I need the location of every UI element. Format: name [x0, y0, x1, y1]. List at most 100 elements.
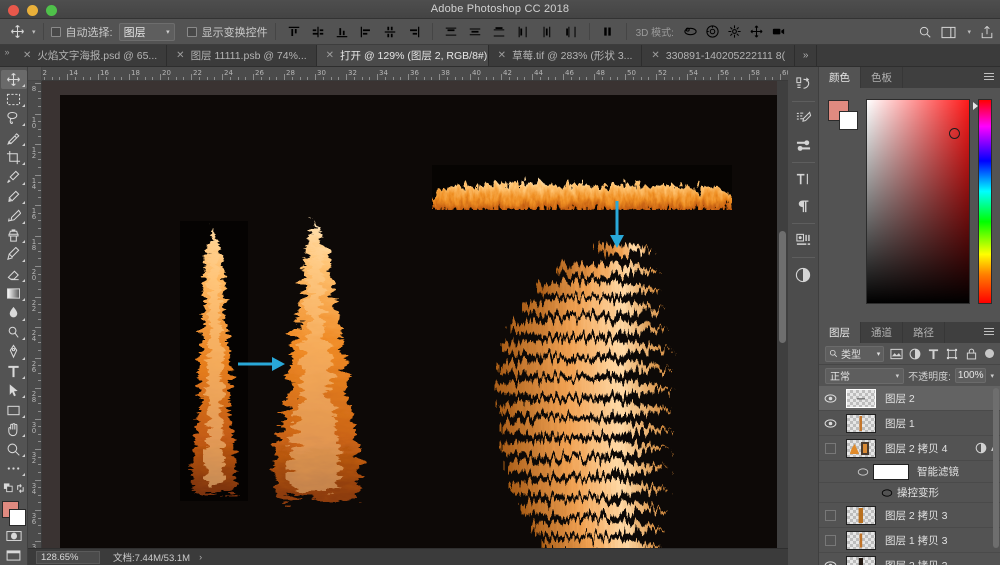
distribute-vertical-centers-icon[interactable] [464, 21, 486, 43]
path-selection-tool[interactable] [1, 381, 27, 400]
layer-visibility-toggle[interactable] [819, 418, 842, 428]
opacity-value[interactable]: 100% [954, 368, 987, 383]
layer-row-7[interactable]: 图层 2 拷贝 2 [819, 553, 1000, 565]
ruler-origin-box[interactable] [28, 67, 42, 81]
distribute-bottom-edges-icon[interactable] [488, 21, 510, 43]
horizontal-ruler[interactable]: 1214161820222426283032343638404244464850… [42, 67, 788, 81]
color-panel-menu-icon[interactable] [984, 73, 994, 80]
tab-color[interactable]: 颜色 [819, 67, 861, 88]
layer-thumbnail[interactable] [846, 505, 876, 525]
history-panel-icon[interactable] [790, 71, 817, 98]
close-tab-icon[interactable]: ✕ [498, 50, 506, 61]
layer-row-2[interactable]: 图层 2 拷贝 4 ▴ [819, 436, 1000, 461]
share-icon[interactable] [980, 25, 994, 39]
hue-slider[interactable] [978, 99, 992, 304]
shape-filter-icon[interactable] [946, 346, 960, 362]
background-color-swatch[interactable] [8, 508, 26, 526]
artboard[interactable] [60, 95, 786, 565]
canvas-vertical-scrollbar[interactable] [777, 81, 788, 554]
type-filter-icon[interactable] [927, 346, 941, 362]
layer-visibility-toggle[interactable] [819, 534, 842, 546]
document-tab-0[interactable]: ✕ 火焰文字海报.psd @ 65... [14, 45, 168, 66]
search-icon[interactable] [918, 25, 932, 39]
show-transform-checkbox[interactable] [186, 26, 197, 37]
document-tab-3[interactable]: ✕ 草莓.tif @ 283% (形状 3... [488, 45, 643, 66]
document-tab-4[interactable]: ✕ 330891-140205222111 8( [642, 45, 796, 66]
layer-name[interactable]: 图层 1 拷贝 3 [885, 533, 947, 548]
distribute-left-edges-icon[interactable] [512, 21, 534, 43]
smart-filter-mask-thumbnail[interactable] [873, 463, 909, 480]
layer-visibility-toggle[interactable] [819, 442, 842, 454]
history-brush-tool[interactable] [1, 245, 27, 264]
tab-layers[interactable]: 图层 [819, 322, 861, 343]
auto-align-layers-icon[interactable] [597, 21, 619, 43]
layer-row-5[interactable]: 图层 2 拷贝 3 [819, 503, 1000, 528]
layer-thumbnail[interactable] [846, 530, 876, 550]
layer-name[interactable]: 图层 2 拷贝 3 [885, 508, 947, 523]
close-tab-icon[interactable]: ✕ [651, 50, 659, 61]
lasso-tool[interactable] [1, 109, 27, 128]
dodge-tool[interactable] [1, 323, 27, 342]
close-tab-icon[interactable]: ✕ [176, 50, 184, 61]
document-tab-1[interactable]: ✕ 图层 11111.psb @ 74%... [167, 45, 317, 66]
tool-preset-chevron-icon[interactable]: ▾ [32, 28, 36, 36]
paragraph-panel-icon[interactable] [790, 193, 817, 220]
more-tabs-icon[interactable]: » [795, 45, 818, 66]
eraser-tool[interactable] [1, 264, 27, 283]
auto-select-target-dropdown[interactable]: 图层 ▾ [118, 22, 175, 41]
clone-stamp-tool[interactable] [1, 226, 27, 245]
layer-hidden-box[interactable] [825, 442, 836, 454]
filter-toggle-switch[interactable] [985, 349, 994, 358]
vertical-ruler[interactable]: 8101214161820222426283032343638 [28, 81, 42, 565]
quick-selection-tool[interactable] [1, 128, 27, 147]
smart-filter-mask-row[interactable]: 智能滤镜 [819, 461, 1000, 483]
layer-thumbnail[interactable] [846, 555, 876, 565]
layers-panel-menu-icon[interactable] [984, 328, 994, 335]
brushes-panel-icon[interactable] [790, 105, 817, 132]
color-picker-marker[interactable] [949, 128, 960, 139]
chevron-down-icon[interactable]: ▾ [967, 28, 971, 36]
layer-hidden-box[interactable] [825, 534, 836, 546]
filter-entry-label[interactable]: 操控变形 [897, 485, 939, 500]
tab-paths[interactable]: 路径 [903, 322, 945, 343]
background-color-swatch[interactable] [839, 111, 858, 130]
color-panel-swatches[interactable] [828, 100, 858, 130]
tab-channels[interactable]: 通道 [861, 322, 903, 343]
auto-select-checkbox[interactable] [50, 26, 61, 37]
fire-strip[interactable] [432, 165, 732, 210]
blend-mode-dropdown[interactable]: 正常 ▾ [825, 367, 905, 384]
pan-3d-icon[interactable] [724, 21, 746, 43]
workspace-icon[interactable] [941, 26, 956, 39]
slide-3d-icon[interactable] [746, 21, 768, 43]
layer-thumbnail[interactable] [846, 413, 876, 433]
default-colors-and-swap-icon[interactable] [1, 478, 27, 497]
brush-settings-panel-icon[interactable] [790, 132, 817, 159]
layers-list-scrollbar-thumb[interactable] [993, 388, 999, 548]
smart-filter-visibility-toggle[interactable] [855, 467, 871, 476]
layer-name[interactable]: 图层 1 [885, 416, 915, 431]
layer-filter-kind-dropdown[interactable]: 类型 ▾ [825, 345, 885, 362]
layer-visibility-toggle[interactable] [819, 560, 842, 565]
eyedropper-tool[interactable] [1, 167, 27, 186]
zoom-tool[interactable] [1, 439, 27, 458]
ripple-pattern[interactable] [485, 240, 695, 565]
align-vertical-centers-icon[interactable] [307, 21, 329, 43]
layer-hidden-box[interactable] [825, 509, 836, 521]
layer-visibility-toggle[interactable] [819, 393, 842, 403]
distribute-right-edges-icon[interactable] [560, 21, 582, 43]
pen-tool[interactable] [1, 342, 27, 361]
align-top-edges-icon[interactable] [283, 21, 305, 43]
document-viewport[interactable] [42, 81, 788, 565]
layer-thumbnail[interactable] [846, 438, 876, 458]
opacity-chevron-icon[interactable]: ▾ [990, 372, 994, 380]
zoom-level-input[interactable]: 128.65% [36, 550, 100, 564]
rectangular-marquee-tool[interactable] [1, 89, 27, 108]
align-right-edges-icon[interactable] [403, 21, 425, 43]
close-tab-icon[interactable]: ✕ [23, 50, 31, 61]
distribute-top-edges-icon[interactable] [440, 21, 462, 43]
adjustment-filter-icon[interactable] [908, 346, 922, 362]
blur-tool[interactable] [1, 303, 27, 322]
roll-3d-icon[interactable] [702, 21, 724, 43]
brush-tool[interactable] [1, 206, 27, 225]
quick-mask-toggle[interactable] [1, 526, 27, 545]
